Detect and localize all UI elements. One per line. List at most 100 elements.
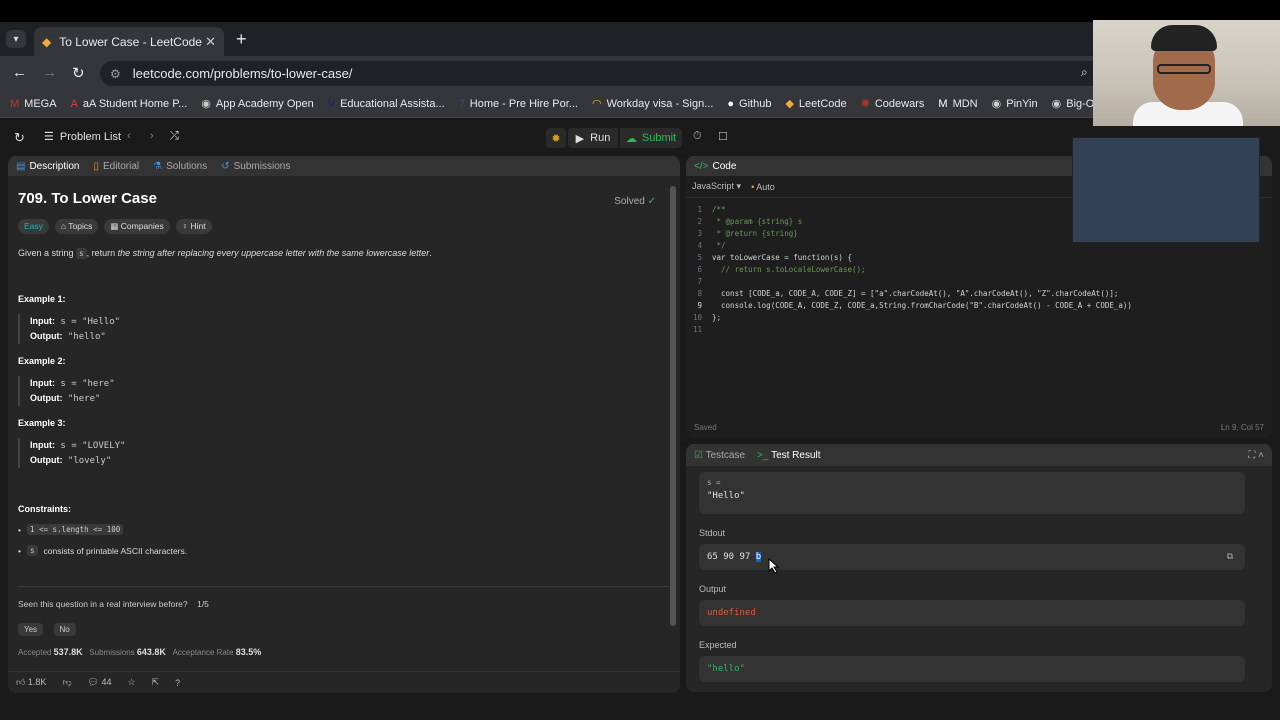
- submit-button[interactable]: ☁ Submit: [620, 128, 682, 148]
- aa-icon: A: [70, 97, 78, 110]
- test-tabs: ☑ Testcase >_ Test Result ⛶ ˄: [686, 444, 1272, 466]
- companies-chip[interactable]: ▦ Companies: [104, 219, 170, 234]
- output-label: Output:: [30, 455, 63, 465]
- description-body: 709. To Lower Case Solved ✓ Easy ⌂ Topic…: [8, 176, 680, 671]
- bookmark-item[interactable]: ✺ Codewars: [861, 97, 925, 111]
- tab-editorial[interactable]: ▯ Editorial: [93, 161, 139, 172]
- bookmark-item[interactable]: M MEGA: [10, 98, 57, 110]
- example-block: Input: s = "LOVELY" Output: "lovely": [18, 438, 670, 468]
- example-1: Example 1: Input: s = "Hello" Output: "h…: [18, 294, 670, 344]
- share-icon[interactable]: ⇱: [152, 677, 160, 688]
- language-select[interactable]: JavaScript ▾: [692, 181, 741, 192]
- yes-button[interactable]: Yes: [18, 623, 44, 636]
- tab-test-result[interactable]: >_ Test Result: [757, 450, 820, 461]
- tab-submissions[interactable]: ↺ Submissions: [221, 161, 290, 172]
- autocomplete-toggle[interactable]: • Auto: [751, 182, 775, 192]
- screen: ▾ ◆ To Lower Case - LeetCode ✕ + ← → ↻ ⚙…: [0, 0, 1280, 720]
- tab-description[interactable]: ▤ Description: [16, 161, 79, 172]
- next-problem-button[interactable]: ›: [150, 130, 154, 142]
- survey-buttons: Yes No: [18, 619, 670, 637]
- bookmark-item[interactable]: ◉ Big-O: [1052, 97, 1095, 111]
- submit-label: Submit: [641, 132, 677, 144]
- comments-button[interactable]: 💬︎ 44: [88, 677, 112, 688]
- bookmark-item[interactable]: M MDN: [938, 98, 977, 110]
- checkbox-icon: ☑: [694, 449, 703, 461]
- problem-list-link[interactable]: ☰ Problem List: [44, 130, 122, 144]
- site-info-icon[interactable]: ⚙: [110, 67, 121, 81]
- input-value: s = "Hello": [60, 317, 121, 327]
- example-heading: Example 2:: [18, 356, 66, 366]
- dislike-icon[interactable]: 👎︎: [62, 677, 71, 688]
- desc-text: , return: [86, 248, 116, 258]
- zoom-icon[interactable]: ⌕: [1081, 65, 1088, 80]
- bookmark-label: MDN: [952, 97, 978, 110]
- tab-search-button[interactable]: ▾: [6, 30, 26, 48]
- solved-label: Solved: [614, 196, 645, 207]
- input-value: s = "LOVELY": [60, 441, 126, 451]
- problem-list-label: Problem List: [59, 130, 122, 143]
- history-icon: ↺: [221, 160, 230, 172]
- bookmark-item[interactable]: ◉ PinYin: [991, 97, 1038, 111]
- bookmark-item[interactable]: ● Github: [727, 98, 771, 110]
- bookmark-item[interactable]: V Educational Assista...: [328, 98, 445, 110]
- like-button[interactable]: 👍︎ 1.8K: [16, 677, 46, 688]
- leetcode-logo-icon[interactable]: ↻: [14, 130, 25, 146]
- bookmark-item[interactable]: ◆ LeetCode: [785, 97, 847, 111]
- code-line: 8 const [CODE_a, CODE_A, CODE_Z] = ["a".…: [686, 288, 1272, 300]
- forward-button[interactable]: →: [42, 64, 57, 81]
- timer-icon[interactable]: ⏱: [693, 130, 702, 143]
- play-icon: ▶: [575, 132, 585, 145]
- notes-icon[interactable]: ☐: [718, 130, 728, 143]
- bookmarks-bar: M MEGA AaA Student Home P... ◉ App Academy O…: [0, 90, 1280, 118]
- input-value: s = "here": [60, 379, 115, 389]
- address-bar[interactable]: ⚙ leetcode.com/problems/to-lower-case/: [100, 61, 1105, 86]
- rate-value: 83.5%: [235, 647, 262, 657]
- output-label: Output:: [30, 331, 63, 341]
- tab-solutions[interactable]: ⚗ Solutions: [153, 161, 207, 172]
- reload-button[interactable]: ↻: [72, 64, 85, 82]
- line-number: 9: [697, 301, 702, 310]
- leetcode-favicon-icon: ◆: [42, 34, 52, 49]
- close-tab-icon[interactable]: ✕: [205, 34, 216, 50]
- bookmark-item[interactable]: ◠ Workday visa - Sign...: [592, 97, 713, 111]
- back-button[interactable]: ←: [12, 64, 27, 81]
- check-circle-icon: ✓: [647, 196, 656, 207]
- star-icon[interactable]: ☆: [128, 677, 136, 688]
- help-icon[interactable]: ?: [175, 678, 180, 688]
- line-number: 8: [697, 289, 702, 298]
- random-problem-icon[interactable]: ⤮: [170, 130, 179, 143]
- hint-chip[interactable]: ♀ Hint: [175, 219, 212, 234]
- line-code: };: [712, 313, 722, 322]
- line-number: 10: [692, 313, 702, 322]
- bookmark-label: LeetCode: [798, 97, 847, 110]
- line-code: * @return {string}: [712, 229, 798, 238]
- dot-icon: •: [751, 181, 755, 192]
- line-number: 5: [697, 253, 702, 262]
- survey-question: Seen this question in a real interview b…: [18, 599, 670, 609]
- tab-testcase[interactable]: ☑ Testcase: [694, 450, 745, 461]
- globe-icon: ◉: [991, 98, 1002, 110]
- no-button[interactable]: No: [53, 623, 76, 636]
- bookmark-item[interactable]: ◉ App Academy Open: [201, 97, 313, 111]
- companies-label: Companies: [120, 221, 164, 231]
- input-label: s =: [707, 478, 721, 487]
- desc-code: s: [76, 248, 87, 259]
- browser-tab[interactable]: ◆ To Lower Case - LeetCode ✕: [34, 27, 224, 56]
- input-label: Input:: [30, 440, 55, 450]
- new-tab-button[interactable]: +: [236, 29, 247, 50]
- debug-icon[interactable]: ✹: [546, 128, 566, 148]
- code-line: 9 console.log(CODE_A, CODE_Z, CODE_a,Str…: [686, 300, 1272, 312]
- copy-icon[interactable]: ⧉: [1227, 552, 1233, 562]
- bookmark-label: aA Student Home P...: [82, 97, 188, 110]
- description-footer: 👍︎ 1.8K 👎︎ 💬︎ 44 ☆ ⇱ ?: [8, 671, 680, 693]
- topics-chip[interactable]: ⌂ Topics: [54, 219, 99, 234]
- bookmark-item[interactable]: AaA Student Home P...: [71, 98, 188, 110]
- accepted-value: 537.8K: [53, 647, 83, 657]
- run-button[interactable]: ▶ Run: [568, 128, 618, 148]
- prev-problem-button[interactable]: ‹: [127, 130, 131, 142]
- bookmark-item[interactable]: ? Home - Pre Hire Por...: [459, 98, 578, 110]
- description-scrollbar[interactable]: [670, 186, 676, 626]
- desc-text: .: [429, 248, 432, 258]
- difficulty-badge: Easy: [18, 219, 49, 234]
- expand-icon[interactable]: ⛶ ˄: [1248, 450, 1264, 461]
